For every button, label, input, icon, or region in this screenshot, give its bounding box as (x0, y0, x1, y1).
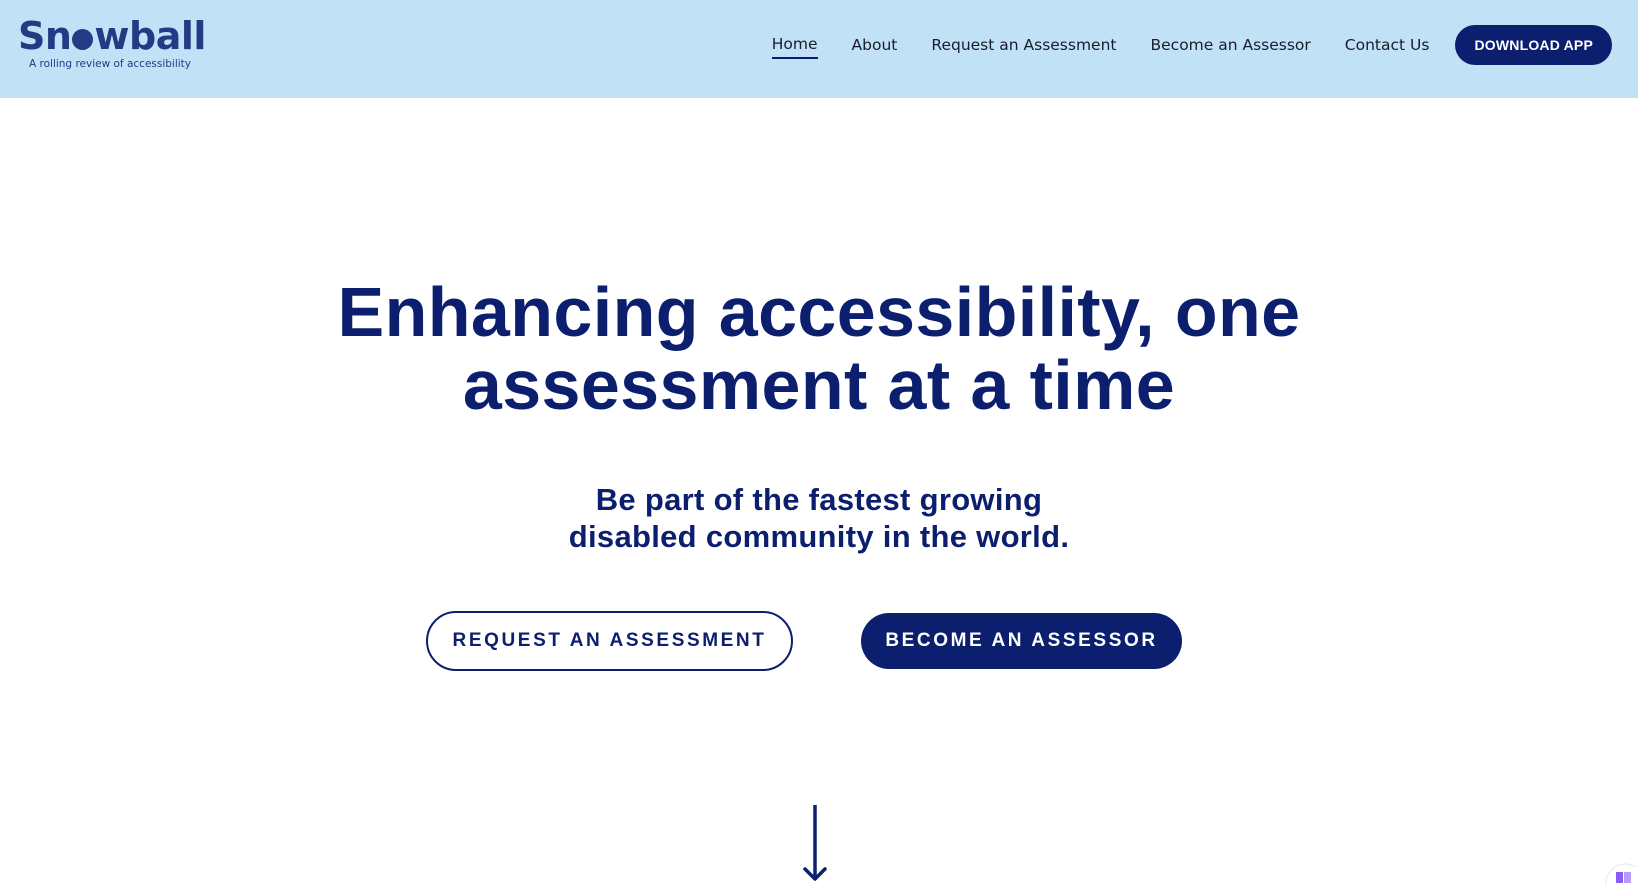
logo-link[interactable]: Sn wball A rolling review of accessibilit… (18, 16, 228, 76)
download-app-button[interactable]: DOWNLOAD APP (1455, 25, 1612, 65)
book-icon[interactable] (1605, 863, 1635, 884)
main-nav: Home About Request an Assessment Become … (738, 0, 1612, 90)
request-assessment-button[interactable]: REQUEST AN ASSESSMENT (426, 611, 793, 671)
become-assessor-button[interactable]: BECOME AN ASSESSOR (861, 613, 1182, 669)
hero-subtitle: Be part of the fastest growing disabled … (0, 481, 1638, 555)
logo-text-end: wball (94, 14, 206, 58)
hero-title: Enhancing accessibility, one assessment … (0, 276, 1638, 422)
nav-home[interactable]: Home (771, 31, 818, 59)
hero-subtitle-line-1: Be part of the fastest growing (595, 482, 1043, 517)
site-header: Sn wball A rolling review of accessibilit… (0, 0, 1638, 98)
nav-become-assessor[interactable]: Become an Assessor (1151, 32, 1311, 58)
nav-about[interactable]: About (852, 32, 898, 58)
nav-contact-us[interactable]: Contact Us (1345, 32, 1430, 58)
hero-title-line-1: Enhancing accessibility, one (337, 273, 1301, 351)
hero-subtitle-line-2: disabled community in the world. (568, 519, 1070, 554)
page: Sn wball A rolling review of accessibilit… (0, 0, 1638, 884)
logo-text-start: Sn (18, 14, 72, 58)
arrow-down-icon[interactable] (803, 805, 827, 884)
logo-tagline: A rolling review of accessibility (29, 58, 192, 70)
hero-title-line-2: assessment at a time (462, 346, 1176, 424)
snowball-icon (72, 29, 94, 50)
nav-request-assessment[interactable]: Request an Assessment (931, 32, 1116, 58)
logo-wordmark: Sn wball (18, 16, 206, 56)
